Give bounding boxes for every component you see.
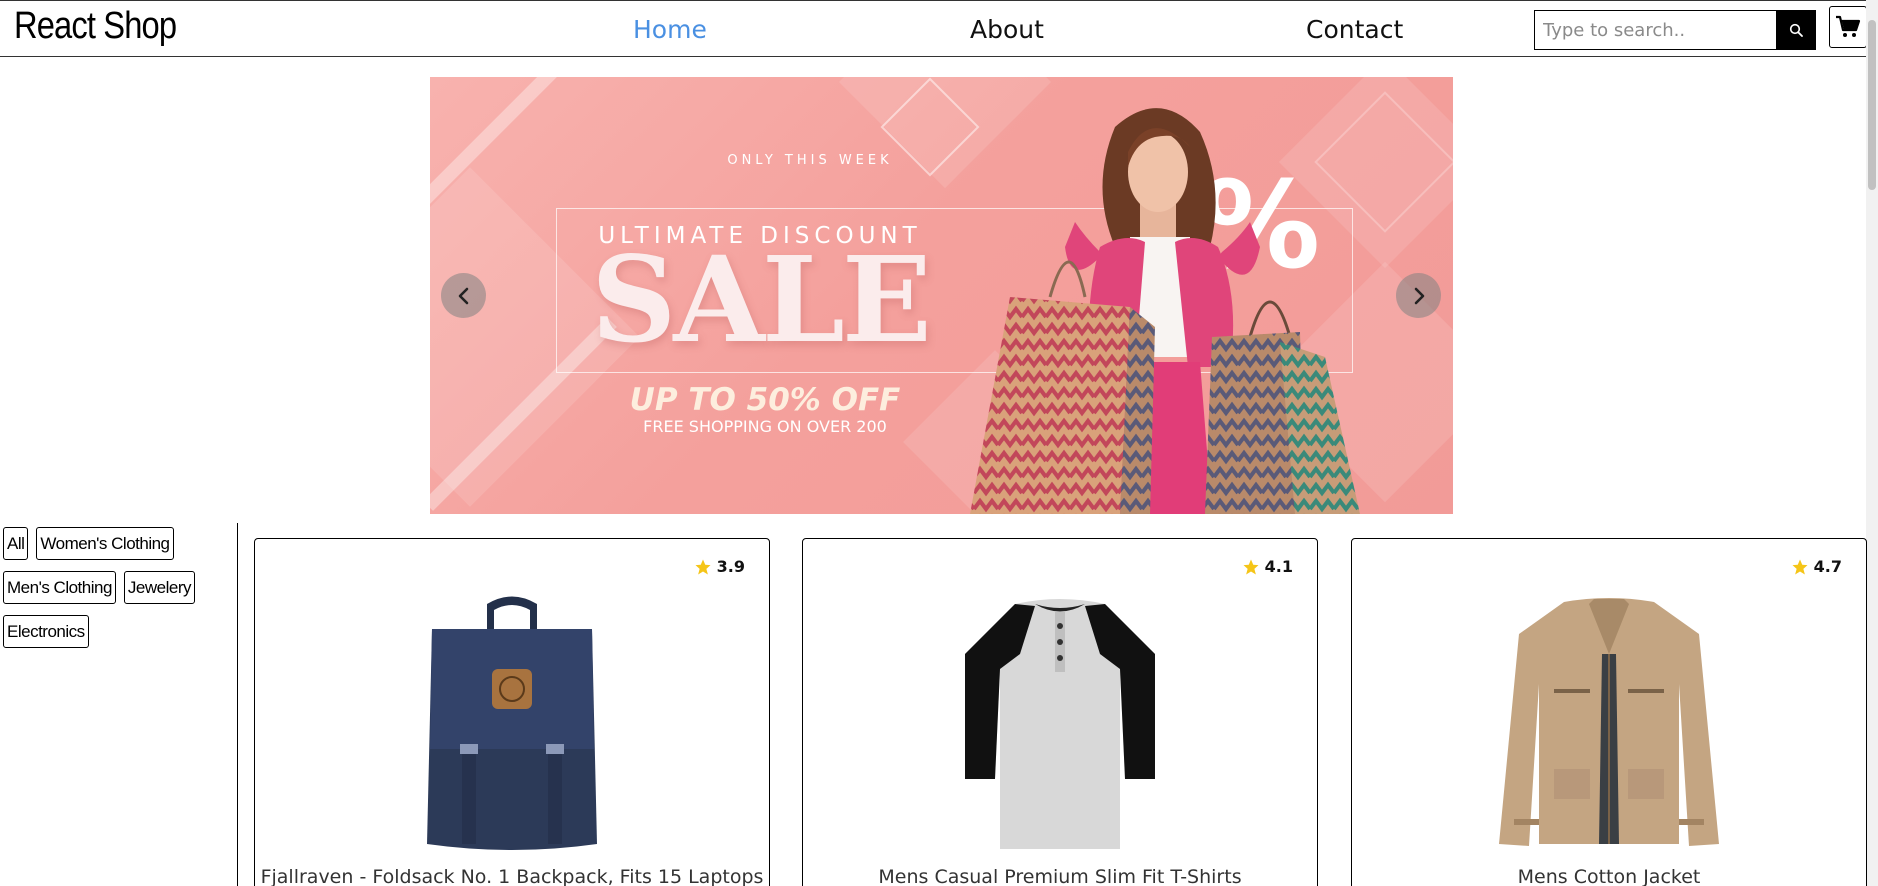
star-icon (1243, 559, 1259, 574)
category-jewelery-button[interactable]: Jewelery (123, 571, 196, 604)
carousel-prev-button[interactable] (441, 273, 486, 318)
category-womens-clothing-button[interactable]: Women's Clothing (36, 527, 174, 560)
category-sidebar: All Women's Clothing Men's Clothing Jewe… (0, 523, 238, 886)
nav-link-home[interactable]: Home (633, 15, 707, 44)
product-title[interactable]: Fjallraven - Foldsack No. 1 Backpack, Fi… (255, 866, 769, 886)
nav-link-about[interactable]: About (970, 15, 1044, 44)
search-icon (1789, 23, 1803, 37)
product-rating: 4.1 (1242, 557, 1293, 576)
banner-offer: UP TO 50% OFF (629, 382, 901, 418)
product-rating-value: 4.1 (1264, 557, 1293, 576)
product-rating-value: 3.9 (716, 557, 745, 576)
product-image-backpack (427, 596, 597, 850)
category-row: All Women's Clothing (3, 527, 174, 560)
banner-note: FREE SHOPPING ON OVER 200 (643, 417, 887, 436)
banner-model-image (970, 108, 1360, 514)
category-row: Electronics (3, 615, 89, 648)
product-image-cotton-jacket (1499, 598, 1719, 846)
nav-link-contact[interactable]: Contact (1306, 15, 1403, 44)
product-card[interactable]: 4.1 Mens Casual Premium Slim Fit T-Shirt… (802, 538, 1318, 886)
search-button[interactable] (1776, 11, 1815, 49)
category-all-button[interactable]: All (3, 527, 29, 560)
chevron-right-icon (1414, 287, 1424, 304)
star-icon (1792, 559, 1808, 574)
product-title[interactable]: Mens Casual Premium Slim Fit T-Shirts (803, 866, 1317, 886)
brand-logo[interactable]: React Shop (14, 5, 177, 48)
product-card[interactable]: 3.9 Fjallraven - Foldsack No. 1 Backpack… (254, 538, 770, 886)
product-rating: 3.9 (694, 557, 745, 576)
banner-headline: SALE (591, 230, 932, 369)
search-form (1534, 10, 1816, 50)
carousel-next-button[interactable] (1396, 273, 1441, 318)
category-mens-clothing-button[interactable]: Men's Clothing (3, 571, 116, 604)
hero-carousel: ONLY THIS WEEK ULTIMATE DISCOUNT SALE UP… (430, 77, 1453, 514)
search-input[interactable] (1535, 11, 1776, 49)
top-navbar: React Shop Home About Contact (0, 0, 1878, 57)
product-rating-value: 4.7 (1813, 557, 1842, 576)
product-card[interactable]: 4.7 Mens Cotton Jacket (1351, 538, 1867, 886)
banner-tagline: ONLY THIS WEEK (727, 153, 893, 168)
cart-icon (1836, 15, 1861, 37)
cart-button[interactable] (1829, 6, 1867, 48)
scrollbar-thumb[interactable] (1868, 20, 1876, 190)
product-rating: 4.7 (1791, 557, 1842, 576)
page-scrollbar[interactable] (1866, 0, 1878, 886)
category-electronics-button[interactable]: Electronics (3, 615, 89, 648)
product-title[interactable]: Mens Cotton Jacket (1352, 866, 1866, 886)
product-image-raglan-shirt (965, 599, 1155, 849)
category-row: Men's Clothing Jewelery (3, 571, 196, 604)
chevron-left-icon (458, 287, 468, 304)
star-icon (695, 559, 711, 574)
